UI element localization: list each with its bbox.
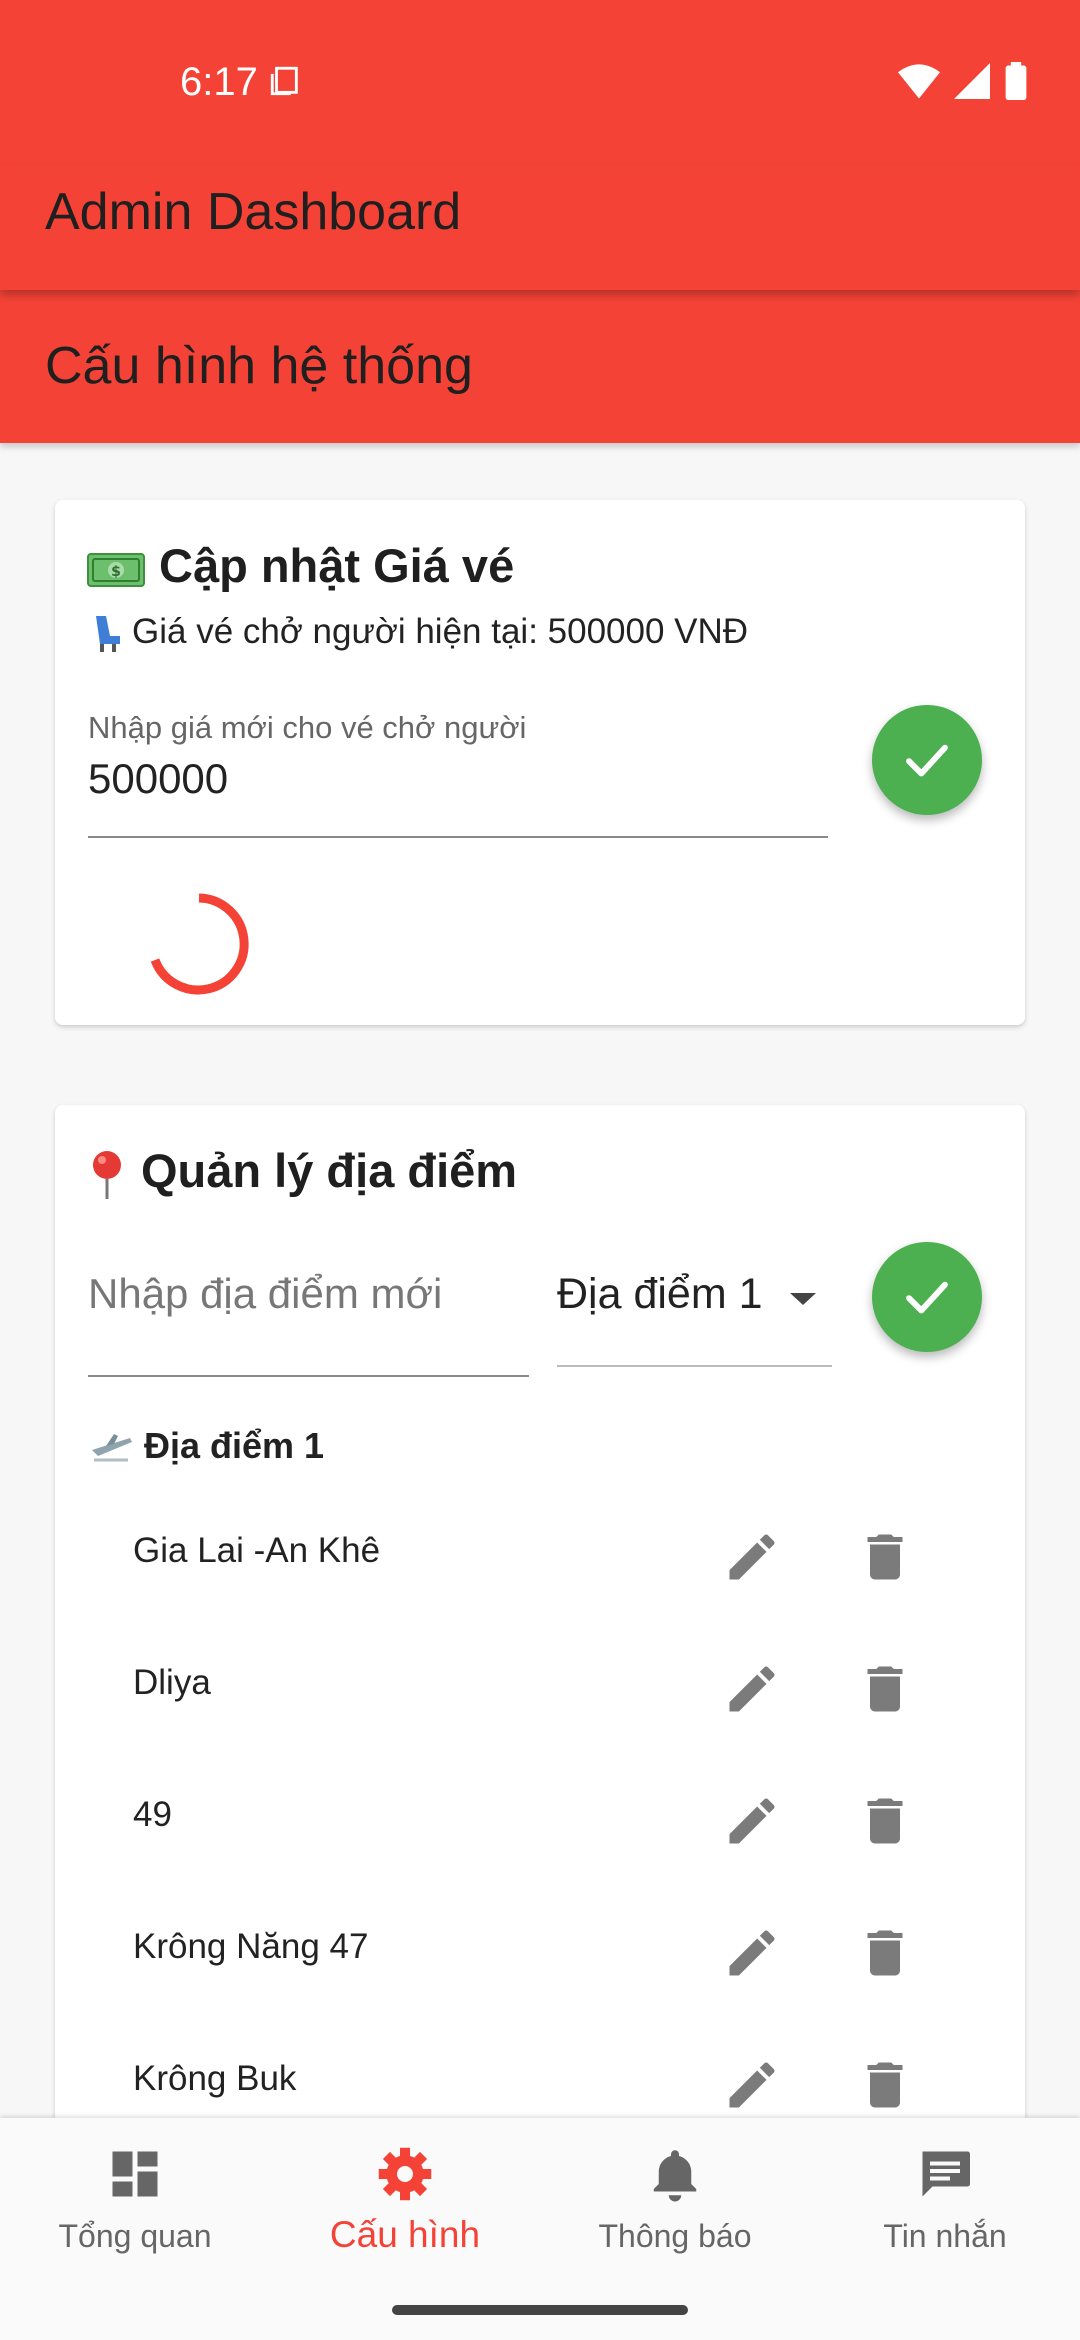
new-location-input[interactable]: Nhập địa điểm mới (88, 1270, 442, 1318)
price-input-underline (88, 836, 828, 838)
nav-label-messages: Tin nhắn (883, 2218, 1007, 2254)
trash-icon (867, 1666, 903, 1712)
location-card-title-text: Quản lý địa điểm (141, 1144, 518, 1197)
loading-spinner (150, 893, 249, 995)
current-price-text: Giá vé chở người hiện tại: 500000 VNĐ (90, 612, 748, 654)
edit-location-button[interactable] (722, 1923, 782, 1983)
nav-label-overview: Tổng quan (58, 2218, 212, 2254)
price-input-label: Nhập giá mới cho vé chở người (88, 710, 527, 745)
edit-location-button[interactable] (722, 1527, 782, 1587)
nav-label-settings: Cấu hình (329, 2214, 481, 2255)
location-group-title: Địa điểm 1 (88, 1425, 324, 1468)
section-title: Cấu hình hệ thống (45, 337, 473, 395)
nav-label-notifications: Thông báo (598, 2218, 752, 2254)
screenshot-notification-icon (270, 66, 298, 96)
pencil-icon (729, 2062, 775, 2108)
wifi-icon (898, 64, 940, 99)
message-icon (922, 2151, 970, 2197)
edit-location-button[interactable] (722, 2055, 782, 2115)
trash-icon (867, 1798, 903, 1844)
pencil-icon (729, 1798, 775, 1844)
battery-icon (1005, 62, 1027, 100)
home-indicator (392, 2305, 688, 2315)
location-management-card: Quản lý địa điểm Nhập địa điểm mới Địa đ… (55, 1105, 1025, 2205)
gear-icon (378, 2147, 432, 2201)
location-name: Krông Năng 47 (133, 1927, 369, 1966)
edit-location-button[interactable] (722, 1791, 782, 1851)
location-group-title-text: Địa điểm 1 (144, 1425, 325, 1466)
nav-item-settings[interactable]: Cấu hình (270, 2118, 540, 2278)
ticket-card-title: $ Cập nhật Giá vé (87, 538, 514, 593)
add-location-button[interactable] (872, 1242, 982, 1352)
status-time: 6:17 (180, 60, 258, 104)
money-emoji-icon: $ (87, 552, 145, 587)
ticket-price-card: $ Cập nhật Giá vé Giá vé chở người hiện … (55, 500, 1025, 1025)
delete-location-button[interactable] (855, 1791, 915, 1851)
location-row: Krông Năng 47 (55, 1901, 1025, 2033)
location-row: 49 (55, 1769, 1025, 1901)
location-name: 49 (133, 1795, 172, 1834)
airplane-emoji-icon (92, 1434, 132, 1462)
location-group-dropdown[interactable]: Địa điểm 1 (557, 1267, 832, 1367)
dropdown-selected-value: Địa điểm 1 (557, 1270, 763, 1318)
new-location-underline (88, 1375, 529, 1377)
seat-emoji-icon (96, 615, 120, 652)
nav-item-notifications[interactable]: Thông báo (540, 2118, 810, 2278)
check-icon (906, 744, 948, 777)
check-icon (906, 1281, 948, 1314)
app-title: Admin Dashboard (45, 183, 462, 241)
nav-item-messages[interactable]: Tin nhắn (810, 2118, 1080, 2278)
dashboard-icon (112, 2151, 158, 2197)
pencil-icon (729, 1666, 775, 1712)
delete-location-button[interactable] (855, 1527, 915, 1587)
delete-location-button[interactable] (855, 2055, 915, 2115)
delete-location-button[interactable] (855, 1923, 915, 1983)
price-input[interactable]: 500000 (88, 755, 228, 803)
pencil-icon (729, 1534, 775, 1580)
location-name: Gia Lai -An Khê (133, 1531, 381, 1570)
location-card-title: Quản lý địa điểm (87, 1143, 517, 1201)
edit-location-button[interactable] (722, 1659, 782, 1719)
dropdown-underline (557, 1365, 832, 1367)
location-name: Krông Buk (133, 2059, 297, 2098)
delete-location-button[interactable] (855, 1659, 915, 1719)
status-bar: 6:17 (0, 0, 1080, 165)
location-name: Dliya (133, 1663, 211, 1702)
pin-emoji-icon (93, 1150, 121, 1199)
location-row: Gia Lai -An Khê (55, 1505, 1025, 1637)
trash-icon (867, 1534, 903, 1580)
trash-icon (867, 2062, 903, 2108)
signal-icon (954, 63, 990, 99)
current-price-value: Giá vé chở người hiện tại: 500000 VNĐ (132, 612, 749, 651)
dropdown-arrow-icon (790, 1293, 816, 1305)
trash-icon (867, 1930, 903, 1976)
save-price-button[interactable] (872, 705, 982, 815)
ticket-card-title-text: Cập nhật Giá vé (159, 539, 515, 592)
location-row: Dliya (55, 1637, 1025, 1769)
svg-text:$: $ (111, 564, 121, 580)
bell-icon (653, 2150, 697, 2202)
pencil-icon (729, 1930, 775, 1976)
nav-item-overview[interactable]: Tổng quan (0, 2118, 270, 2278)
